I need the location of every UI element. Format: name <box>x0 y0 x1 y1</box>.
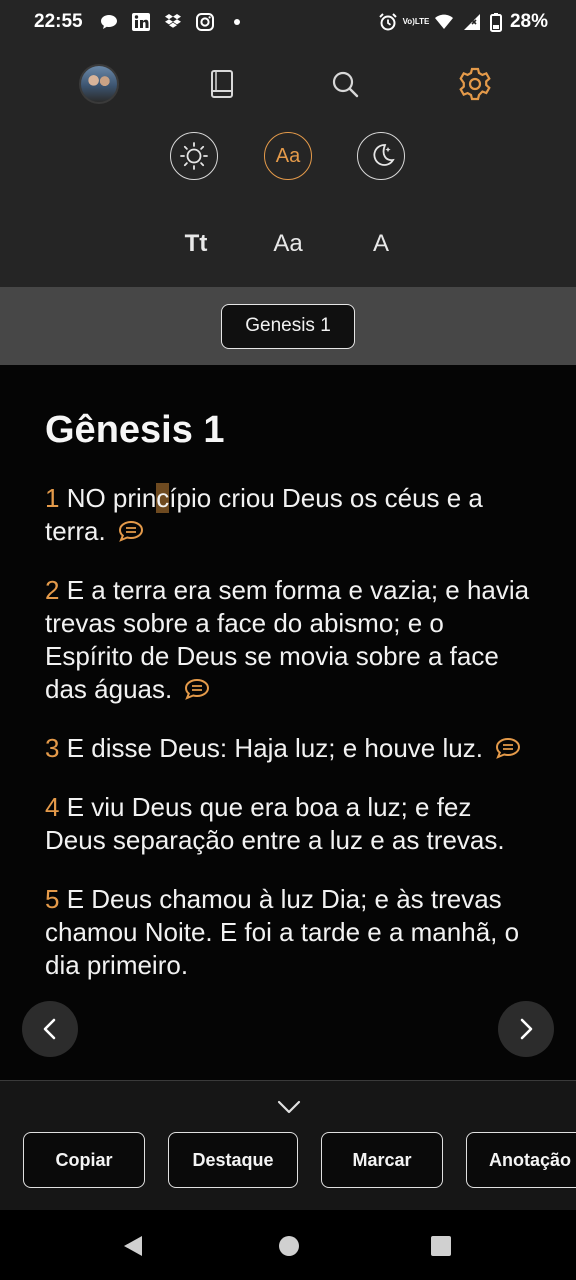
verse-actions-panel: Copiar Destaque Marcar Anotação <box>0 1080 576 1210</box>
verse-text: E disse Deus: Haja luz; e houve luz. <box>66 733 483 763</box>
alarm-icon <box>378 12 398 32</box>
chevron-right-icon <box>520 1018 533 1040</box>
dot-icon <box>227 12 247 32</box>
verse-number: 1 <box>45 483 60 513</box>
next-chapter-button[interactable] <box>498 1001 554 1057</box>
battery-icon <box>489 12 502 32</box>
avatar[interactable] <box>77 62 121 106</box>
chevron-left-icon <box>43 1018 56 1040</box>
copy-button[interactable]: Copiar <box>23 1132 145 1188</box>
battery-percent: 28% <box>509 11 548 32</box>
verse-list: 1 NO princípio criou Deus os céus e a te… <box>45 482 536 982</box>
bookmark-button[interactable]: Marcar <box>321 1132 443 1188</box>
font-options: Tt Aa A <box>0 224 576 264</box>
chapter-title: Gênesis 1 <box>45 409 225 451</box>
verse-1[interactable]: 1 NO princípio criou Deus os céus e a te… <box>45 482 536 548</box>
comment-icon[interactable] <box>183 678 211 700</box>
light-theme-button[interactable] <box>170 132 218 180</box>
chevron-down-icon[interactable] <box>276 1099 302 1115</box>
network-type-icon: Vo) LTE <box>402 12 430 32</box>
dropbox-icon <box>163 12 183 32</box>
dark-theme-button[interactable] <box>357 132 405 180</box>
avatar-image <box>79 64 119 104</box>
top-nav <box>0 62 576 108</box>
system-nav-bar <box>0 1210 576 1280</box>
instagram-icon <box>195 12 215 32</box>
network-label-top: Vo) <box>402 17 415 26</box>
font-style-button[interactable]: A <box>366 224 396 264</box>
previous-chapter-button[interactable] <box>22 1001 78 1057</box>
theme-options: Aa <box>0 132 576 184</box>
verse-3[interactable]: 3 E disse Deus: Haja luz; e houve luz. <box>45 732 536 765</box>
highlight-button[interactable]: Destaque <box>168 1132 298 1188</box>
gear-icon[interactable] <box>453 62 497 106</box>
reader-content[interactable]: Gênesis 1 1 NO princípio criou Deus os c… <box>0 365 576 1080</box>
chat-bubble-icon <box>99 12 119 32</box>
back-icon[interactable] <box>122 1234 144 1258</box>
verse-number: 5 <box>45 884 60 914</box>
search-icon[interactable] <box>323 62 367 106</box>
reader-settings-panel: Aa Tt Aa A <box>0 44 576 287</box>
verse-number: 4 <box>45 792 60 822</box>
verse-text: E Deus chamou à luz Dia; e às trevas cha… <box>45 884 520 980</box>
linkedin-icon <box>131 12 151 32</box>
theme-aa-label: Aa <box>275 144 301 167</box>
network-label-bottom: LTE <box>414 17 430 26</box>
comment-icon[interactable] <box>494 737 522 759</box>
signal-icon <box>462 12 482 32</box>
font-size-button[interactable]: Tt <box>176 224 216 264</box>
note-button[interactable]: Anotação <box>466 1132 576 1188</box>
verse-number: 3 <box>45 733 60 763</box>
verse-number: 2 <box>45 575 60 605</box>
status-time: 22:55 <box>34 11 83 32</box>
wifi-icon <box>434 12 454 32</box>
verse-text: E a terra era sem forma e vazia; e havia… <box>45 575 530 704</box>
verse-4[interactable]: 4 E viu Deus que era boa a luz; e fez De… <box>45 791 536 857</box>
book-icon[interactable] <box>200 62 244 106</box>
recent-apps-icon[interactable] <box>430 1234 452 1258</box>
chapter-selector-button[interactable]: Genesis 1 <box>221 303 355 349</box>
font-family-button[interactable]: Aa <box>262 224 314 264</box>
chapter-bar: Genesis 1 <box>0 287 576 365</box>
sun-icon <box>180 142 208 170</box>
moon-icon <box>373 144 395 166</box>
comment-icon[interactable] <box>117 520 145 542</box>
sepia-theme-button[interactable]: Aa <box>264 132 312 180</box>
status-bar: 22:55 Vo) LTE 28% <box>0 0 576 44</box>
home-icon[interactable] <box>278 1234 300 1258</box>
verse-2[interactable]: 2 E a terra era sem forma e vazia; e hav… <box>45 574 536 706</box>
verse-text: NO prin <box>66 483 157 513</box>
verse-5[interactable]: 5 E Deus chamou à luz Dia; e às trevas c… <box>45 883 536 982</box>
text-cursor: c <box>156 483 170 513</box>
verse-text: E viu Deus que era boa a luz; e fez Deus… <box>45 792 505 855</box>
